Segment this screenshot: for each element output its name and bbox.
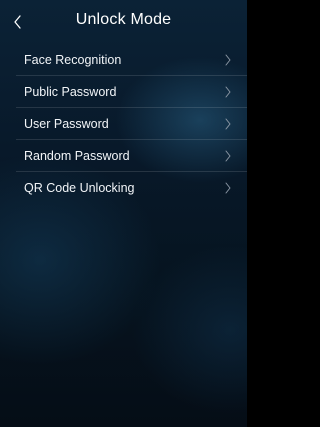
menu-item-label: Face Recognition: [24, 53, 122, 67]
menu-item-random-password[interactable]: Random Password: [16, 140, 247, 172]
chevron-right-icon: [225, 54, 231, 66]
header-bar: Unlock Mode: [0, 0, 247, 44]
menu-item-public-password[interactable]: Public Password: [16, 76, 247, 108]
menu-item-label: User Password: [24, 117, 109, 131]
chevron-right-icon: [225, 118, 231, 130]
menu-item-face-recognition[interactable]: Face Recognition: [16, 44, 247, 76]
chevron-right-icon: [225, 150, 231, 162]
menu-item-label: QR Code Unlocking: [24, 181, 135, 195]
menu-item-qr-code-unlocking[interactable]: QR Code Unlocking: [16, 172, 247, 204]
unlock-mode-screen: Unlock Mode Face Recognition Public Pass…: [0, 0, 247, 427]
chevron-right-icon: [225, 182, 231, 194]
page-title: Unlock Mode: [75, 11, 172, 28]
menu-item-label: Random Password: [24, 149, 130, 163]
menu-item-user-password[interactable]: User Password: [16, 108, 247, 140]
unlock-mode-list: Face Recognition Public Password User Pa…: [0, 44, 247, 204]
menu-item-label: Public Password: [24, 85, 117, 99]
chevron-right-icon: [225, 86, 231, 98]
